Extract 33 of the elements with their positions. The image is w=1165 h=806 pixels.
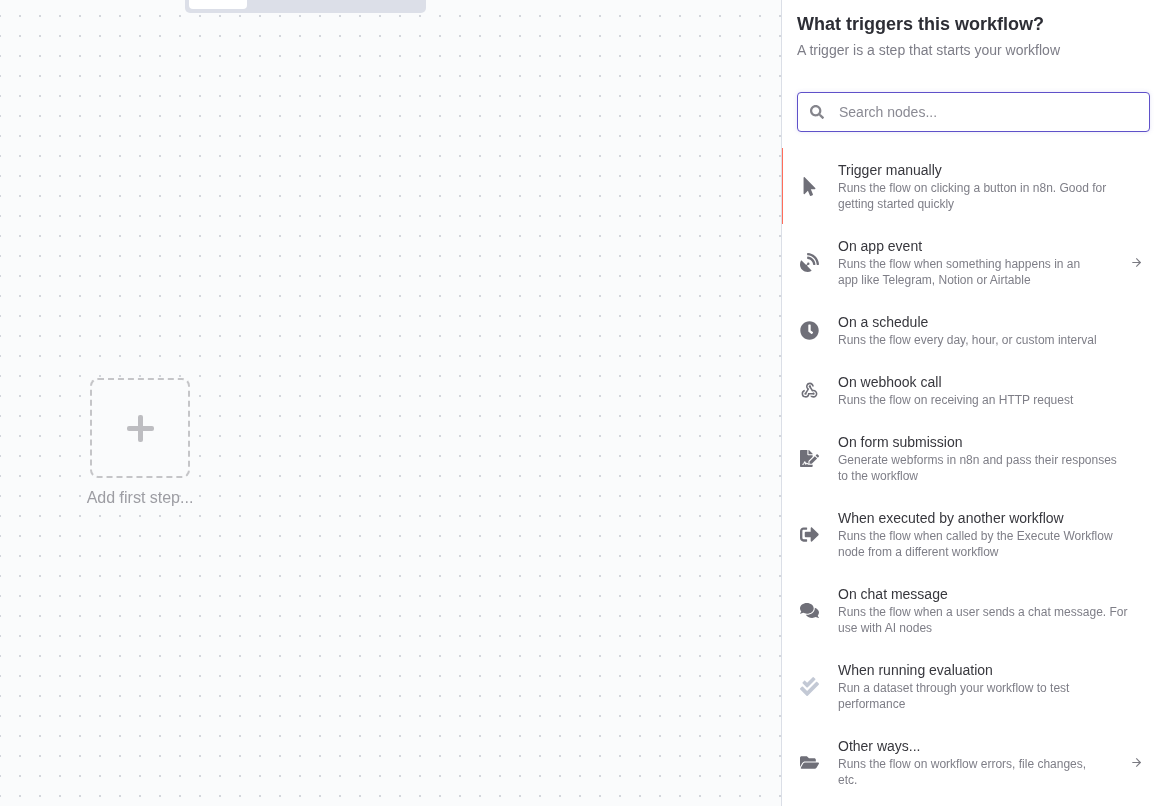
trigger-description: Runs the flow when a user sends a chat message. For use with AI nodes <box>838 604 1129 636</box>
trigger-title: When running evaluation <box>838 661 994 680</box>
tab[interactable] <box>189 0 247 9</box>
trigger-title: On webhook call <box>838 373 943 392</box>
trigger-title: Other ways... <box>838 737 922 756</box>
trigger-title: When executed by another workflow <box>838 509 1065 528</box>
sign-out-icon <box>799 524 819 544</box>
plus-icon <box>126 414 154 442</box>
search-field[interactable]: Search nodes... <box>797 92 1150 132</box>
trigger-description: Runs the flow when called by the Execute Workflow node from a different workflow <box>838 528 1114 560</box>
search-icon <box>810 105 824 119</box>
form-pen-icon <box>799 448 819 468</box>
trigger-description: Generate webforms in n8n and pass their responses to the workflow <box>838 452 1118 484</box>
trigger-title: Trigger manually <box>838 161 943 180</box>
trigger-description: Run a dataset through your workflow to test performance <box>838 680 1071 712</box>
add-step-button[interactable] <box>90 378 190 478</box>
trigger-description: Runs the flow on workflow errors, file changes, etc. <box>838 756 1088 788</box>
trigger-title: On form submission <box>838 433 964 452</box>
trigger-description: Runs the flow every day, hour, or custom interval <box>838 332 1098 348</box>
satellite-dish-icon <box>799 252 819 272</box>
double-check-icon <box>799 676 819 696</box>
clock-icon <box>799 320 819 340</box>
panel-subtitle: A trigger is a step that starts your workflow <box>797 41 1061 60</box>
trigger-description: Runs the flow when something happens in an app like Telegram, Notion or Airtable <box>838 256 1082 288</box>
webhook-icon <box>799 380 819 400</box>
panel-title: What triggers this workflow? <box>797 13 1045 36</box>
trigger-description: Runs the flow on receiving an HTTP request <box>838 392 1075 408</box>
trigger-title: On a schedule <box>838 313 930 332</box>
trigger-description: Runs the flow on clicking a button in n8n. Good for getting started quickly <box>838 180 1108 212</box>
chat-bubbles-icon <box>799 600 819 620</box>
add-step-label: Add first step... <box>86 488 194 508</box>
trigger-title: On chat message <box>838 585 949 604</box>
trigger-title: On app event <box>838 237 924 256</box>
